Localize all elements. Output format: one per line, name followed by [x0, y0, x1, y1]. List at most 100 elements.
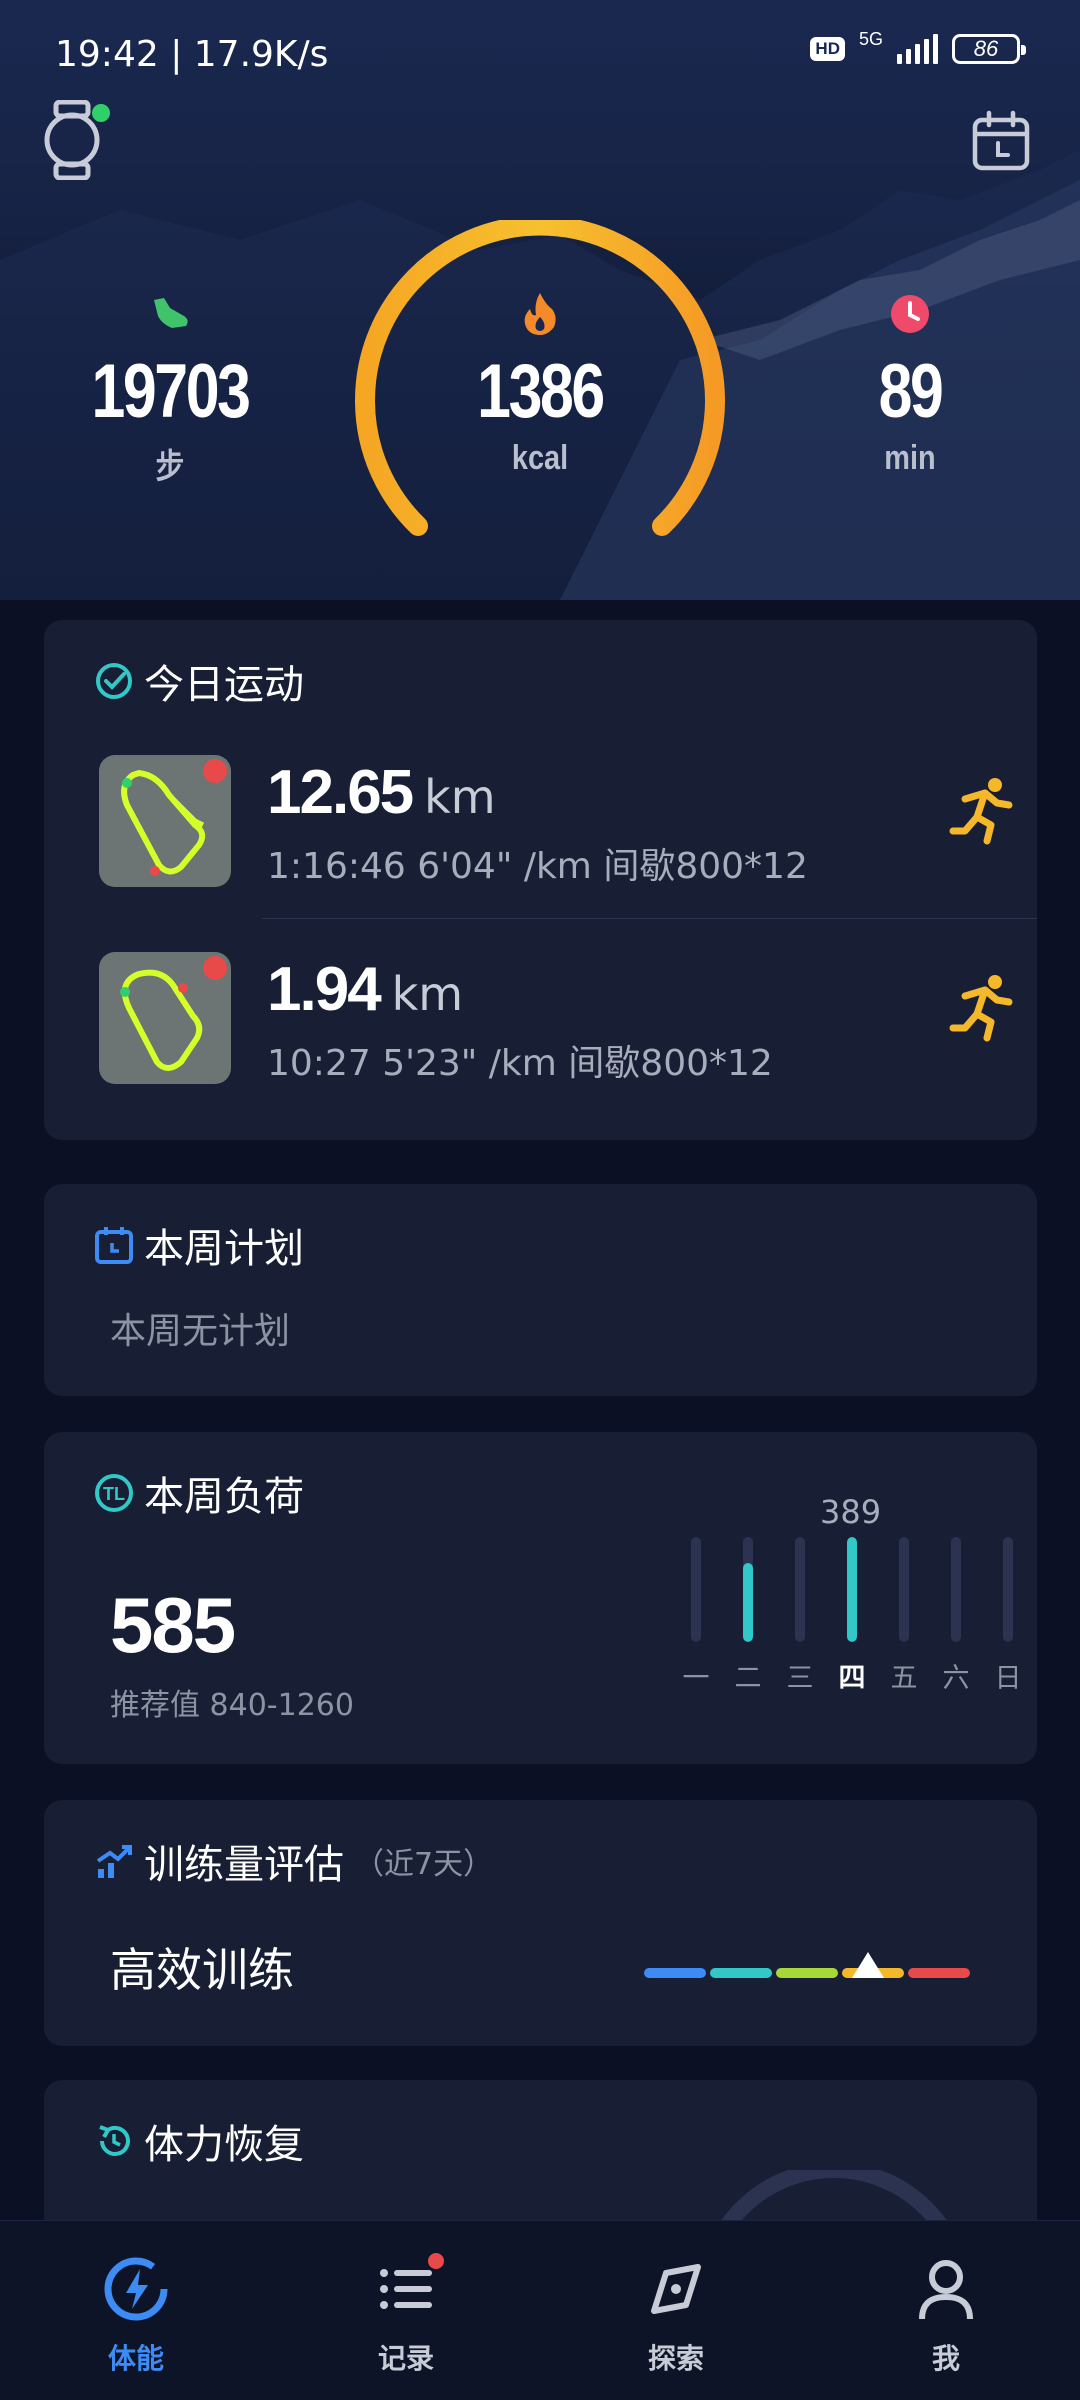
workout-item-2[interactable]: 1.94 km 10:27 5'23" /km 间歇800*12: [99, 952, 1013, 1092]
today-workouts-title: 今日运动: [144, 662, 304, 708]
calendar-clock-icon: [94, 1225, 134, 1265]
weekly-load-card[interactable]: TL 本周负荷 585 推荐值 840-1260 389 一二三四五六日: [44, 1432, 1037, 1764]
bar-track: [743, 1537, 753, 1642]
calendar-icon[interactable]: [972, 110, 1030, 172]
training-load-icon: TL: [94, 1473, 134, 1513]
recovery-header: 体力恢复: [94, 2112, 304, 2170]
tab-label: 记录: [377, 2342, 434, 2375]
scale-segment: [644, 1968, 706, 1978]
training-eval-header: 训练量评估 （近7天）: [94, 1832, 493, 1890]
day-label: 一: [682, 1663, 710, 1694]
clock-icon: [810, 290, 1010, 338]
status-time: 19:42 | 17.9K/s: [55, 34, 329, 75]
workout-meta: 1:16:46 6'04" /km 间歇800*12: [267, 846, 808, 887]
tab-fitness[interactable]: 体能: [66, 2253, 206, 2377]
day-label: 六: [942, 1663, 970, 1694]
day-bar-6: 六: [934, 1537, 978, 1695]
training-eval-title: 训练量评估: [144, 1842, 344, 1888]
training-eval-scale: [644, 1952, 974, 1978]
day-bar-5: 五: [882, 1537, 926, 1695]
day-label: 二: [734, 1663, 762, 1694]
hd-icon: HD: [810, 37, 845, 61]
day-bar-1: 一: [674, 1537, 718, 1695]
training-eval-card[interactable]: 训练量评估 （近7天） 高效训练: [44, 1800, 1037, 2046]
watch-connected-dot: [92, 104, 110, 122]
distance-unit: km: [391, 967, 464, 1021]
weekly-load-chart: 389 一二三四五六日: [644, 1493, 1022, 1707]
compass-icon: [640, 2253, 712, 2325]
workout-item-1[interactable]: 12.65 km 1:16:46 6'04" /km 间歇800*12: [99, 755, 1013, 895]
battery-level: 86: [973, 36, 999, 61]
scale-segment: [908, 1968, 970, 1978]
distance-value: 12.65: [267, 758, 414, 827]
bar-track: [899, 1537, 909, 1642]
distance-value: 1.94: [267, 955, 382, 1024]
bar-track: [691, 1537, 701, 1642]
tab-label: 我: [931, 2342, 960, 2375]
steps-stat[interactable]: 19703 步: [70, 290, 270, 488]
training-eval-period: （近7天）: [354, 1847, 494, 1882]
weekly-load-value: 585: [110, 1581, 236, 1669]
status-bar: 19:42 | 17.9K/s HD 5G 86: [0, 0, 1080, 110]
notification-dot: [428, 2253, 444, 2269]
tab-me[interactable]: 我: [876, 2253, 1016, 2377]
check-circle-icon: [94, 661, 134, 701]
workout-divider: [262, 918, 1037, 919]
day-bar-4: 四: [830, 1537, 874, 1695]
calories-stat[interactable]: 1386 kcal: [440, 290, 640, 478]
day-label: 四: [838, 1663, 866, 1694]
lightning-icon: [100, 2253, 172, 2325]
day-label: 日: [994, 1663, 1022, 1694]
day-bar-7: 日: [986, 1537, 1030, 1695]
flame-icon: [440, 290, 640, 338]
record-dot: [203, 956, 227, 980]
scale-marker-icon: [852, 1952, 885, 1978]
bar-track: [795, 1537, 805, 1642]
workout-distance: 1.94 km: [267, 954, 463, 1025]
weekly-plan-header: 本周计划: [94, 1216, 304, 1274]
workout-distance: 12.65 km: [267, 757, 496, 828]
calories-value: 1386: [477, 349, 605, 434]
tab-label: 探索: [647, 2342, 704, 2375]
day-bar-3: 三: [778, 1537, 822, 1695]
workout-meta: 10:27 5'23" /km 间歇800*12: [267, 1043, 773, 1084]
day-bar-2: 二: [726, 1537, 770, 1695]
training-eval-result: 高效训练: [110, 1943, 294, 1997]
bar-fill: [847, 1537, 857, 1642]
bar-fill: [743, 1563, 753, 1642]
bar-track: [951, 1537, 961, 1642]
network-type: 5G: [858, 28, 883, 49]
recovery-icon: [94, 2121, 134, 2161]
tab-records[interactable]: 记录: [336, 2253, 476, 2377]
bottom-tab-bar: 体能 记录 探索 我: [0, 2220, 1080, 2400]
bar-track: [847, 1537, 857, 1642]
running-icon: [949, 975, 1013, 1042]
shoe-icon: [70, 290, 270, 338]
distance-unit: km: [424, 770, 496, 824]
svg-text:TL: TL: [103, 1484, 125, 1504]
record-dot: [203, 759, 227, 783]
route-thumbnail: [99, 952, 231, 1084]
steps-value: 19703: [91, 349, 250, 434]
weekly-plan-card[interactable]: 本周计划 本周无计划: [44, 1184, 1037, 1396]
tab-explore[interactable]: 探索: [606, 2253, 746, 2377]
battery-icon: 86: [952, 34, 1026, 64]
weekly-load-recommended: 推荐值 840-1260: [110, 1688, 354, 1723]
minutes-value: 89: [878, 349, 944, 434]
profile-icon: [910, 2253, 982, 2325]
today-workouts-header: 今日运动: [94, 652, 304, 710]
weekly-plan-title: 本周计划: [144, 1226, 304, 1272]
day-label: 五: [890, 1663, 918, 1694]
status-icons: HD 5G 86: [810, 29, 1026, 64]
tab-label: 体能: [107, 2342, 164, 2375]
weekly-load-header: TL 本周负荷: [94, 1464, 304, 1522]
bar-track: [1003, 1537, 1013, 1642]
signal-icon: [897, 34, 938, 64]
weekly-plan-empty: 本周无计划: [110, 1311, 291, 1352]
calories-unit: kcal: [511, 439, 569, 477]
recovery-title: 体力恢复: [144, 2122, 304, 2168]
trend-chart-icon: [94, 1841, 134, 1881]
minutes-stat[interactable]: 89 min: [810, 290, 1010, 478]
minutes-unit: min: [884, 439, 936, 477]
weekly-load-title: 本周负荷: [144, 1474, 304, 1520]
